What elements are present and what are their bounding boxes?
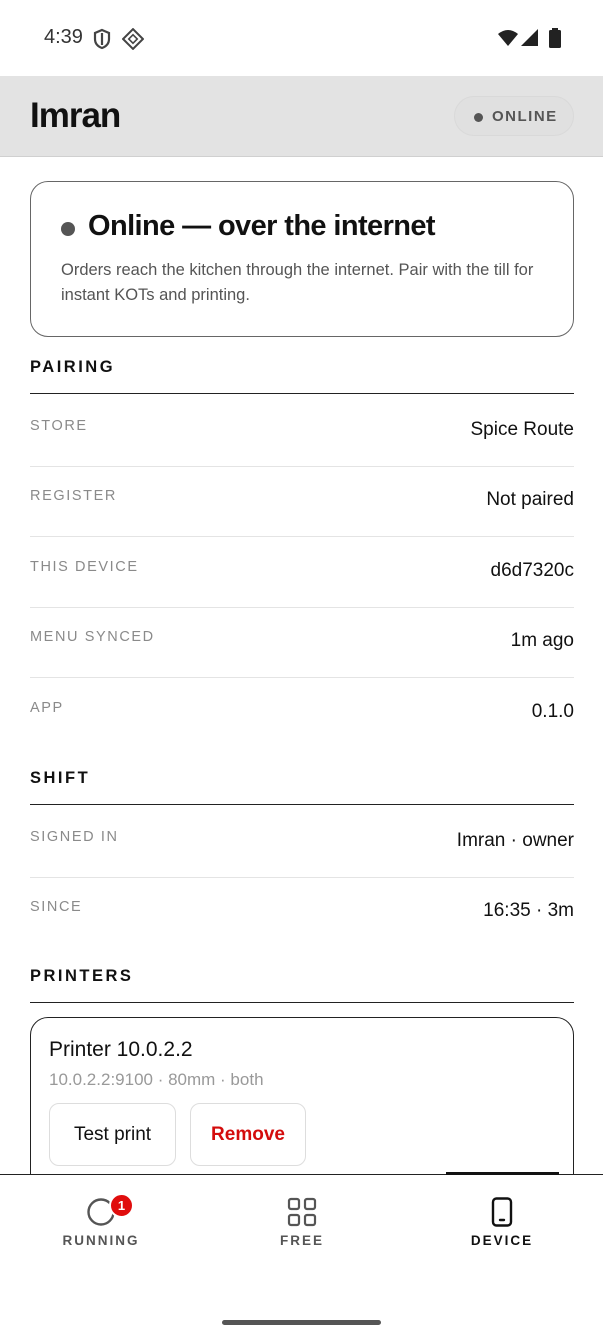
printer-name: Printer 10.0.2.2 [49, 1038, 193, 1061]
shield-icon [93, 28, 111, 50]
connection-headline: Online — over the internet [88, 210, 436, 242]
status-badge: ONLINE [454, 96, 574, 136]
remove-printer-button[interactable]: Remove [190, 1103, 306, 1166]
section-title: PRINTERS [30, 967, 134, 985]
home-indicator[interactable] [222, 1320, 381, 1325]
shift-row-since: SINCE 16:35 · 3m [30, 877, 574, 948]
nav-label: RUNNING [62, 1233, 140, 1248]
row-label: MENU SYNCED [30, 629, 155, 645]
page-title: Imran [30, 96, 121, 135]
pairing-row-store: STORE Spice Route [30, 396, 574, 467]
status-time: 4:39 [44, 26, 83, 48]
status-badge-label: ONLINE [492, 108, 558, 125]
row-value: Not paired [486, 489, 574, 510]
grid-icon [287, 1197, 317, 1227]
section-title: PAIRING [30, 358, 116, 376]
row-label: APP [30, 700, 64, 716]
phone-icon [491, 1197, 513, 1227]
running-count-badge: 1 [109, 1193, 134, 1218]
shift-row-signed-in: SIGNED IN Imran · owner [30, 807, 574, 878]
battery-icon [549, 28, 561, 48]
section-title: SHIFT [30, 769, 91, 787]
connection-description: Orders reach the kitchen through the int… [61, 261, 534, 304]
row-value: 16:35 · 3m [483, 900, 574, 921]
row-label: SIGNED IN [30, 829, 119, 845]
section-pairing: PAIRING [30, 356, 574, 394]
row-value: 0.1.0 [531, 701, 574, 722]
row-label: REGISTER [30, 488, 117, 504]
row-value: d6d7320c [490, 560, 574, 581]
nav-label: FREE [279, 1233, 324, 1248]
status-dot-icon [474, 113, 483, 122]
cell-signal-icon [521, 29, 538, 46]
nav-tab-free[interactable]: FREE [232, 1175, 372, 1265]
row-label: THIS DEVICE [30, 559, 139, 575]
pairing-row-device: THIS DEVICE d6d7320c [30, 537, 574, 608]
pairing-row-register: REGISTER Not paired [30, 466, 574, 537]
section-shift: SHIFT [30, 767, 574, 805]
row-label: SINCE [30, 899, 83, 915]
printer-card: Printer 10.0.2.2 10.0.2.2:9100 · 80mm · … [30, 1017, 574, 1197]
nav-tab-device[interactable]: DEVICE [432, 1175, 572, 1265]
nav-tab-running[interactable]: 1 RUNNING [31, 1175, 171, 1265]
wifi-icon [498, 30, 518, 46]
pairing-row-app: APP 0.1.0 [30, 678, 574, 749]
row-value: 1m ago [510, 630, 574, 651]
test-print-button[interactable]: Test print [49, 1103, 176, 1166]
pairing-row-menu-synced: MENU SYNCED 1m ago [30, 607, 574, 678]
nav-label: DEVICE [470, 1233, 534, 1248]
app-header: Imran ONLINE [0, 76, 603, 157]
status-bar: 4:39 [0, 0, 603, 76]
diamond-grid-icon [122, 28, 144, 50]
row-value: Spice Route [470, 419, 574, 440]
connection-dot-icon [61, 222, 75, 236]
row-value: Imran · owner [456, 830, 574, 851]
connection-card: Online — over the internet Orders reach … [30, 181, 574, 337]
printer-details: 10.0.2.2:9100 · 80mm · both [49, 1070, 264, 1089]
row-label: STORE [30, 418, 88, 434]
bottom-nav: 1 RUNNING FREE DEVICE [0, 1172, 603, 1340]
section-printers: PRINTERS [30, 965, 574, 1003]
